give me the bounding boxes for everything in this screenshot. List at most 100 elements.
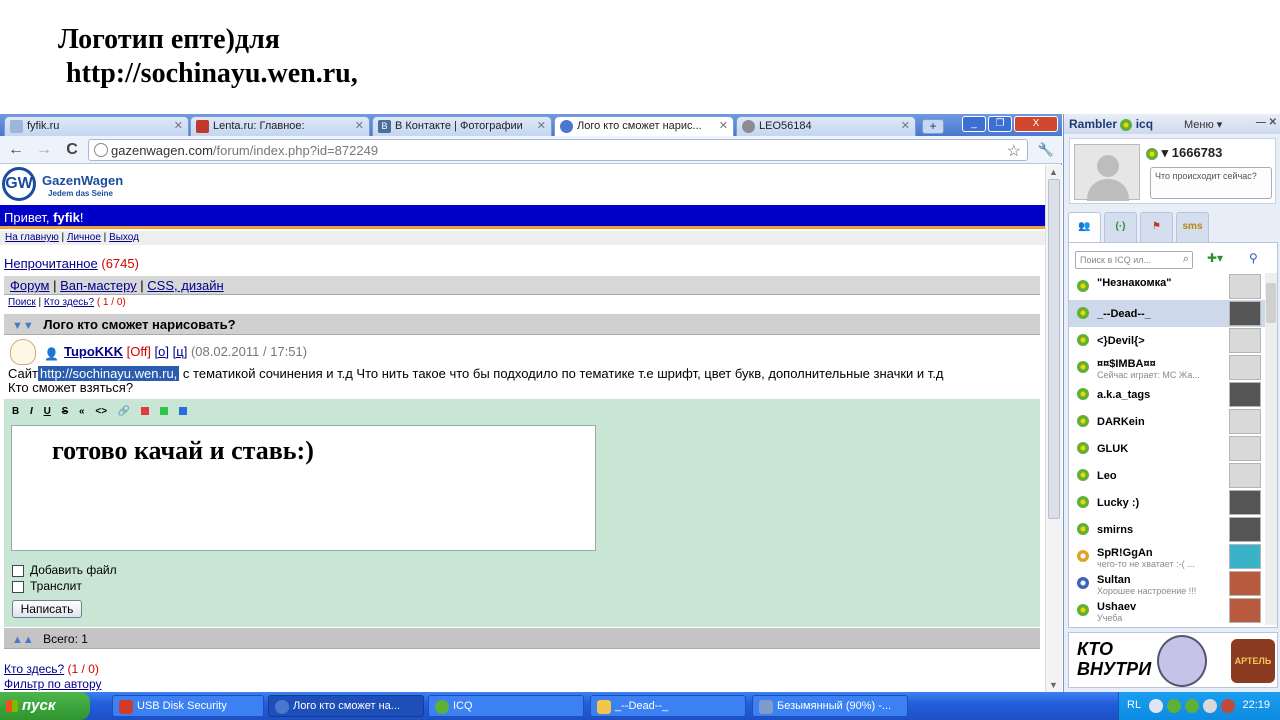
submit-button[interactable]: Написать [12,600,82,618]
post-author[interactable]: TupoKKK [64,344,123,359]
tab-leo[interactable]: LEO56184 ✕ [736,116,916,136]
back-button[interactable]: ← [6,141,26,159]
link-personal[interactable]: Личное [67,232,101,243]
link-logout[interactable]: Выход [109,232,139,243]
quote-button[interactable]: « [79,406,85,417]
arrow-up-icon[interactable]: ▲▲ [12,634,34,646]
contact-item[interactable]: Lucky :) [1069,489,1265,516]
tray-app-icon[interactable] [1149,699,1163,713]
reply-textarea[interactable]: готово качай и ставь:) [11,425,596,551]
find-contact-icon[interactable]: ⚲ [1249,251,1258,265]
icq-tabs: 👥 (·) ⚑ sms [1068,212,1278,242]
contact-search-input[interactable]: Поиск в ICQ ил... ⌕ [1075,251,1193,269]
taskbar-item-chat[interactable]: _--Dead--_ [590,695,746,717]
italic-button[interactable]: I [30,406,33,417]
contact-item[interactable]: DARKein [1069,408,1265,435]
tab-close-icon[interactable]: ✕ [537,119,546,132]
contact-scroll-thumb[interactable] [1266,283,1276,323]
green-color-button[interactable] [159,407,168,416]
contact-item[interactable]: GLUK [1069,435,1265,462]
antivirus-tray-icon[interactable] [1221,699,1235,713]
contact-item[interactable]: Sultan Хорошее настроение !!! [1069,570,1265,597]
icq-tray-icon-2[interactable] [1185,699,1199,713]
link-unread[interactable]: Непрочитанное [4,256,98,271]
tab-fyfik[interactable]: fyfik.ru ✕ [4,116,189,136]
contact-item[interactable]: Leo [1069,462,1265,489]
contact-item[interactable]: a.k.a_tags [1069,381,1265,408]
address-bar[interactable]: gazenwagen.com/forum/index.php?id=872249… [88,139,1028,161]
breadcrumb-wap[interactable]: Вап-мастеру [60,278,137,293]
link-button[interactable]: 🔗 [118,406,130,417]
taskbar-item-usb[interactable]: USB Disk Security [112,695,264,717]
arrow-down-icon[interactable]: ▼▼ [12,320,34,332]
post-selected-link[interactable]: http://sochinayu.wen.ru, [37,366,180,381]
tab-close-icon[interactable]: ✕ [174,119,183,132]
start-button[interactable]: пуск [0,692,90,720]
search-icon[interactable]: ⌕ [1183,253,1189,266]
maximize-button[interactable]: ❐ [988,116,1012,132]
taskbar-item-icq[interactable]: ICQ [428,695,584,717]
bold-button[interactable]: B [12,406,19,417]
scroll-up-icon[interactable]: ▲ [1049,167,1058,177]
taskbar-item-browser[interactable]: Лого кто сможет на... [268,695,424,717]
link-filter-author[interactable]: Фильтр по автору [4,677,102,691]
tab-live[interactable]: (·) [1104,212,1137,242]
tab-lenta[interactable]: Lenta.ru: Главное: ✕ [190,116,370,136]
contact-item[interactable]: ¤¤$IMBA¤¤ Сейчас играет: МС Жа... [1069,354,1265,381]
contact-item[interactable]: smirns [1069,516,1265,543]
contact-item-selected[interactable]: _--Dead--_ [1069,300,1265,327]
tab-close-icon[interactable]: ✕ [355,119,364,132]
checkbox-box[interactable] [12,580,24,593]
tab-active-forum[interactable]: Лого кто сможет нарис... ✕ [554,116,734,137]
forward-button[interactable]: → [34,141,54,159]
link-home[interactable]: На главную [5,232,59,243]
volume-icon[interactable] [1203,699,1217,713]
icq-window-controls[interactable]: — ✕ [1256,117,1277,128]
underline-button[interactable]: U [44,406,51,417]
reload-button[interactable]: C [62,141,82,159]
tab-close-icon[interactable]: ✕ [719,119,728,132]
profile-avatar[interactable] [1074,144,1140,201]
close-window-button[interactable]: X [1014,116,1058,132]
language-indicator[interactable]: RL [1127,699,1141,711]
strike-button[interactable]: S [62,406,69,417]
bookmark-star-icon[interactable]: ☆ [1007,141,1021,161]
tab-close-icon[interactable]: ✕ [901,119,910,132]
minimize-button[interactable]: _ [962,116,986,132]
link-search[interactable]: Поиск [8,297,36,308]
checkbox-box[interactable] [12,564,24,577]
breadcrumb-forum[interactable]: Форум [10,278,50,293]
contact-list-scrollbar[interactable] [1265,273,1277,625]
scroll-down-icon[interactable]: ▼ [1049,680,1058,690]
icq-ad-banner[interactable]: КТО ВНУТРИ АРТЕЛЬ [1068,632,1278,688]
breadcrumb-css[interactable]: CSS, дизайн [147,278,223,293]
tab-contacts[interactable]: 👥 [1068,212,1101,242]
post-link-c[interactable]: [ц] [173,344,188,359]
red-color-button[interactable] [141,407,150,416]
contact-item[interactable]: "Незнакомка" [1069,273,1265,300]
link-who-here-bottom[interactable]: Кто здесь? [4,662,64,676]
taskbar-item-paint[interactable]: Безымянный (90%) -... [752,695,908,717]
tab-vkontakte[interactable]: B В Контакте | Фотографии ✕ [372,116,552,136]
page-scrollbar[interactable]: ▲ ▼ [1045,165,1062,692]
contact-item[interactable]: Ushaev Учеба [1069,597,1265,624]
tab-flag[interactable]: ⚑ [1140,212,1173,242]
add-contact-icon[interactable]: ✚▾ [1207,251,1223,265]
attach-file-checkbox[interactable]: Добавить файл [12,563,117,577]
tab-sms[interactable]: sms [1176,212,1209,242]
new-tab-button[interactable]: + [922,119,944,134]
translit-checkbox[interactable]: Транслит [12,579,82,593]
link-who-here[interactable]: Кто здесь? [44,297,94,308]
site-logo[interactable]: GW GazenWagen Jedem das Seine [2,167,132,201]
wrench-icon[interactable]: 🔧 [1036,141,1056,159]
contact-item[interactable]: SpR!GgAn чего-то не хватает :-( ... [1069,543,1265,570]
icq-menu-button[interactable]: Меню ▾ [1184,118,1222,131]
post-link-o[interactable]: [о] [155,344,169,359]
icq-tray-icon[interactable] [1167,699,1181,713]
contact-item[interactable]: <}Devil{> [1069,327,1265,354]
status-flower-icon[interactable] [1146,147,1158,160]
scrollbar-thumb[interactable] [1048,179,1060,519]
status-input[interactable]: Что происходит сейчас? [1150,167,1272,199]
blue-color-button[interactable] [178,407,187,416]
code-button[interactable]: <> [95,406,107,417]
